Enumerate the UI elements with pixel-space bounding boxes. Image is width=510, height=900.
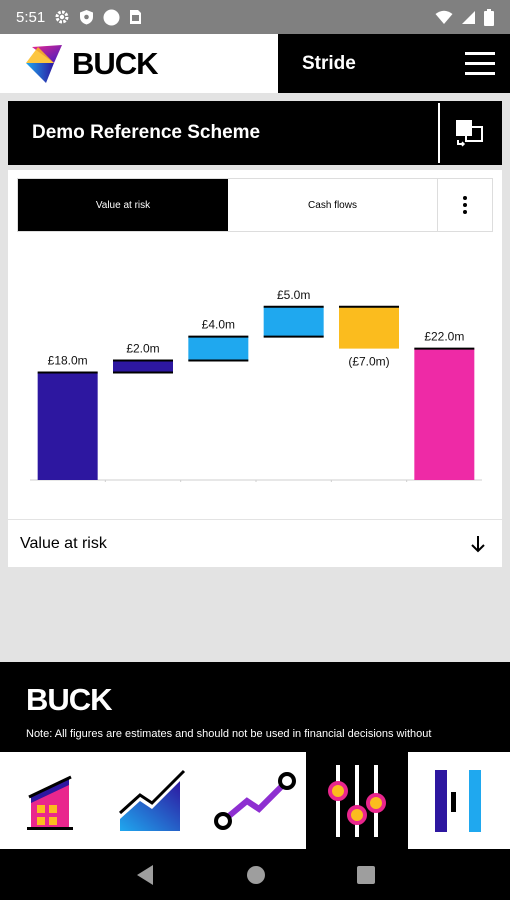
chart-bar [263, 306, 324, 337]
recents-icon[interactable] [356, 865, 375, 884]
logo-wordmark: BUCK [72, 45, 159, 81]
tab-cash-flows[interactable]: Cash flows [228, 179, 438, 231]
nav-item-journey[interactable] [204, 752, 306, 849]
wifi-icon [435, 10, 453, 24]
circle-icon [103, 9, 120, 25]
signal-icon [462, 10, 475, 24]
arrow-down-icon [471, 535, 485, 552]
growth-chart-icon [118, 769, 186, 831]
building-icon [27, 775, 73, 830]
scheme-bar: Demo Reference Scheme [8, 101, 502, 165]
chart-data-label: (£7.0m) [348, 355, 389, 369]
back-icon[interactable] [135, 864, 155, 886]
home-icon[interactable] [246, 865, 266, 885]
buck-logo-mark-icon [26, 44, 62, 83]
chart-data-label: £18.0m [48, 354, 88, 368]
switch-scheme-button[interactable] [438, 103, 500, 163]
chart-bar [414, 348, 475, 480]
gear-icon [55, 10, 69, 24]
shield-icon [80, 10, 94, 25]
sim-card-icon [130, 10, 142, 24]
hamburger-menu-button[interactable] [450, 34, 510, 93]
more-options-button[interactable] [438, 179, 492, 231]
hamburger-icon-line [465, 62, 495, 65]
tab-bar: Value at risk Cash flows [17, 178, 493, 232]
system-nav-bar [0, 849, 510, 900]
hamburger-icon [465, 52, 495, 55]
scheme-title: Demo Reference Scheme [32, 122, 261, 143]
chart-data-label: £4.0m [202, 318, 235, 332]
chart-data-label: £2.0m [126, 342, 159, 356]
bar-compare-icon [435, 769, 481, 832]
nav-item-building[interactable] [0, 752, 102, 849]
footer-logo: BUCK [26, 682, 113, 717]
chart-bar [188, 336, 249, 361]
hamburger-icon-line [465, 72, 495, 75]
status-bar: 5:51 [0, 0, 510, 34]
chart-bar [37, 372, 98, 480]
battery-icon [484, 8, 494, 26]
value-at-risk-accordion[interactable]: Value at risk [8, 520, 502, 567]
footer: BUCK Note: All figures are estimates and… [0, 662, 510, 752]
chart-bar [113, 360, 173, 373]
nav-item-growth[interactable] [102, 752, 204, 849]
more-vertical-icon-dot [463, 210, 467, 214]
more-vertical-icon-dot [463, 203, 467, 207]
tab-value-at-risk[interactable]: Value at risk [18, 179, 228, 231]
sliders-icon [328, 764, 386, 837]
buck-logo[interactable]: BUCK [0, 34, 278, 93]
accordion-label: Value at risk [20, 534, 107, 552]
bottom-nav [0, 752, 510, 849]
chart-bar [339, 306, 399, 349]
chart-data-label: £5.0m [277, 288, 310, 302]
app-header: BUCK Stride [0, 34, 510, 93]
footer-disclaimer: Note: All figures are estimates and shou… [26, 728, 432, 740]
main-card: Value at risk Cash flows £18.0m £2.0m £4.0… [8, 170, 502, 567]
chart-data-label: £22.0m [424, 330, 464, 344]
nav-item-compare[interactable] [408, 752, 510, 849]
more-vertical-icon [463, 196, 467, 200]
switch-scheme-icon [456, 120, 483, 147]
nav-item-sliders[interactable] [306, 752, 408, 849]
value-at-risk-chart: £18.0m £2.0m £4.0m £5.0m (£7.0m) £22.0m [30, 288, 482, 482]
product-name: Stride [302, 52, 356, 74]
journey-path-icon [214, 771, 296, 830]
clock: 5:51 [16, 8, 46, 26]
